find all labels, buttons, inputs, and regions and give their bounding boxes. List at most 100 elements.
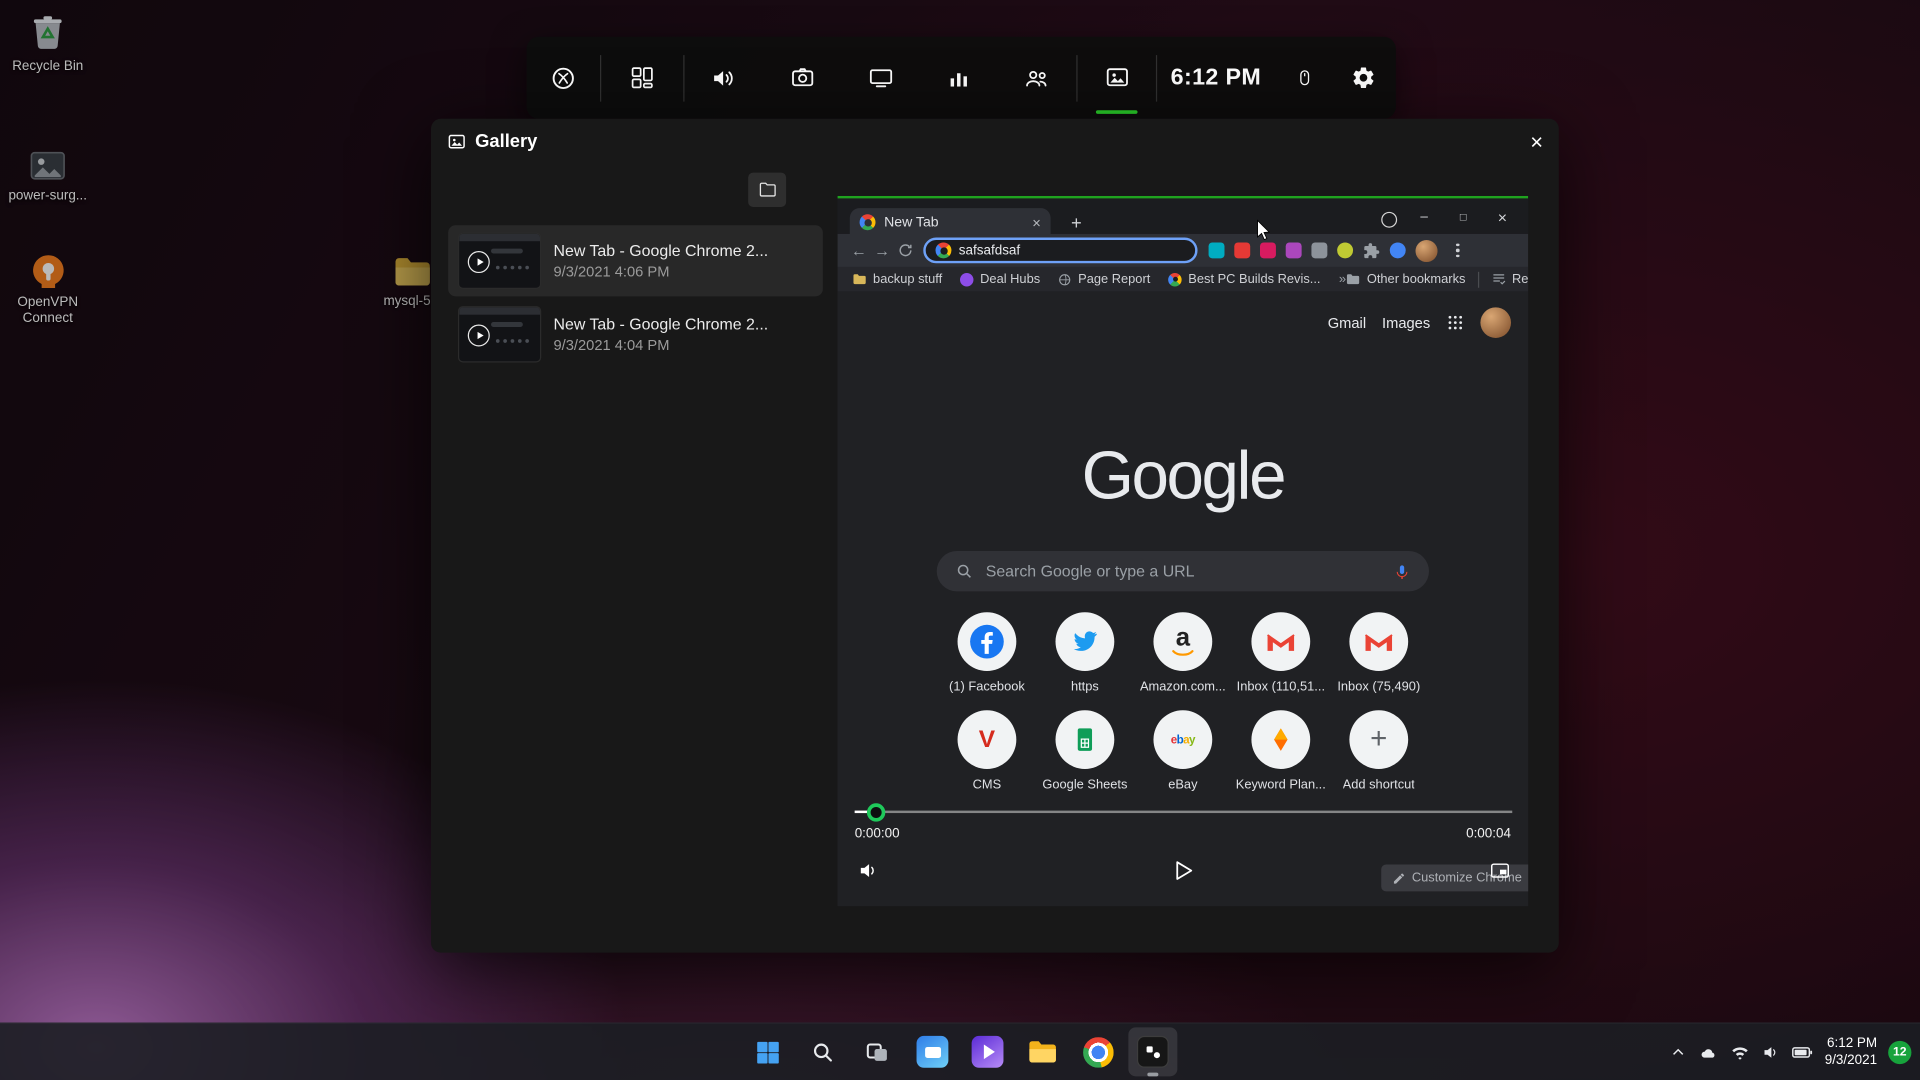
video-preview[interactable]: New Tab × + – □ × ← → safsafdsaf backup … [837,195,1529,907]
file-explorer-button[interactable] [1018,1027,1067,1076]
tab-close-icon: × [1032,213,1041,231]
tray-chevron-up-icon[interactable] [1669,1043,1687,1061]
gallery-item-meta: New Tab - Google Chrome 2... 9/3/2021 4:… [553,241,768,280]
gallery-item-title: New Tab - Google Chrome 2... [553,241,769,260]
folder-icon [759,182,776,197]
gallery-icon [1106,68,1128,87]
gallery-window: Gallery × New Tab - Google Chrome 2... 9… [431,118,1559,953]
extension-icon [1285,242,1302,259]
chrome-tab-strip: New Tab × + – □ × [837,195,1529,237]
widgets-icon [631,67,653,89]
camera-icon [791,68,813,87]
player-timeline[interactable] [854,810,1513,814]
player-play-button[interactable] [1167,855,1199,887]
blue-app-icon [916,1035,949,1068]
performance-widget-button[interactable] [920,37,998,119]
pencil-icon [1393,872,1405,884]
gallery-list-item[interactable]: New Tab - Google Chrome 2... 9/3/2021 4:… [448,299,823,370]
extension-icon [1311,242,1328,259]
tray-volume-icon[interactable] [1761,1043,1781,1061]
google-account-avatar [1480,307,1512,338]
chrome-new-tab-page: Gmail Images Google Search Google or typ… [837,291,1529,907]
bookmark-label: Page Report [1078,271,1151,287]
other-bookmarks: Other bookmarks [1346,272,1465,287]
gallery-item-thumbnail [457,232,542,289]
reading-list: Reading list [1491,272,1528,287]
chrome-tab-title: New Tab [884,214,939,230]
gear-icon [1352,67,1373,89]
chrome-taskbar-button[interactable] [1073,1027,1122,1076]
bookmark-label: Other bookmarks [1366,271,1466,287]
play-badge-icon [467,251,490,274]
google-sheets-icon [1055,710,1115,769]
mouse-icon [1299,70,1309,86]
extensions-puzzle-icon [1364,242,1380,258]
add-shortcut-icon: + [1349,710,1409,769]
bookmark-label: backup stuff [873,271,943,287]
audio-widget-button[interactable] [684,37,762,119]
capture-widget-button[interactable] [763,37,841,119]
settings-button[interactable] [1333,37,1392,119]
shortcut-tile: (1) Facebook [938,612,1036,710]
search-icon [957,564,971,578]
tray-cloud-icon[interactable] [1699,1043,1720,1061]
taskbar-search-button[interactable] [798,1027,847,1076]
bookmark-globe-icon [1059,273,1071,285]
apps-grid-icon [1448,315,1463,330]
xbox-home-button[interactable] [527,37,600,119]
taskbar-clock[interactable]: 6:12 PM 9/3/2021 [1825,1035,1877,1069]
facebook-icon [957,612,1017,672]
omnibox-text: safsafdsaf [958,243,1021,258]
open-app-indicator [1147,1072,1159,1077]
task-view-button[interactable] [853,1027,902,1076]
picture-in-picture-icon [1491,863,1510,878]
bar-chart-icon [950,72,967,86]
extension-icon [1234,242,1251,259]
speaker-icon [714,70,733,86]
player-volume-button[interactable] [852,855,884,887]
gallery-item-date: 9/3/2021 4:06 PM [553,263,670,281]
open-folder-button[interactable] [748,172,787,207]
social-widget-button[interactable] [998,37,1076,119]
bookmark-favicon [960,272,975,286]
wifi-icon[interactable] [1730,1043,1750,1061]
extension-icon [1260,242,1276,259]
widget-menu-button[interactable] [601,37,683,119]
bookmark-folder-icon [1347,274,1360,285]
broadcast-widget-button[interactable] [841,37,919,119]
bookmarks-divider [1477,271,1479,288]
record-indicator-icon [1381,211,1398,228]
close-window-button[interactable]: × [1520,125,1554,159]
shortcut-label: Amazon.com... [1139,679,1226,695]
chrome-maximize-icon: □ [1459,210,1467,223]
taskbar-app-blue[interactable] [908,1027,957,1076]
shortcut-label: https [1070,679,1099,695]
ntp-header: Gmail Images [1328,307,1512,338]
mouse-cursor [1257,219,1271,240]
chrome-menu-icon [1455,243,1459,258]
taskbar-center [743,1027,1178,1077]
gamebar-taskbar-button[interactable] [1128,1027,1178,1077]
shortcut-tile: https [1036,612,1134,710]
player-popout-button[interactable] [1484,855,1516,887]
notification-count-badge[interactable]: 12 [1888,1040,1912,1064]
xbox-icon [552,67,574,89]
taskbar-time: 6:12 PM [1826,1035,1878,1051]
chrome-toolbar: ← → safsafdsaf [837,233,1529,267]
start-button[interactable] [743,1027,792,1076]
gallery-list-item[interactable]: New Tab - Google Chrome 2... 9/3/2021 4:… [448,225,823,297]
pointer-toggle-button[interactable] [1275,37,1334,119]
taskbar-app-media[interactable] [963,1027,1012,1076]
player-duration: 0:00:04 [1466,826,1512,842]
gallery-widget-button[interactable] [1078,37,1156,119]
shortcut-tile: + Add shortcut [1330,710,1428,808]
chrome-icon [1082,1036,1114,1068]
gallery-item-date: 9/3/2021 4:04 PM [553,336,670,354]
bookmark-label: Deal Hubs [980,271,1041,287]
player-scrubber[interactable] [866,803,886,822]
shortcut-tile: Google Sheets [1036,710,1134,808]
gamebar-toolbar: 6:12 PM [526,36,1396,119]
gmail-icon [1251,612,1311,672]
battery-icon[interactable] [1792,1043,1814,1061]
people-icon [1026,70,1047,86]
